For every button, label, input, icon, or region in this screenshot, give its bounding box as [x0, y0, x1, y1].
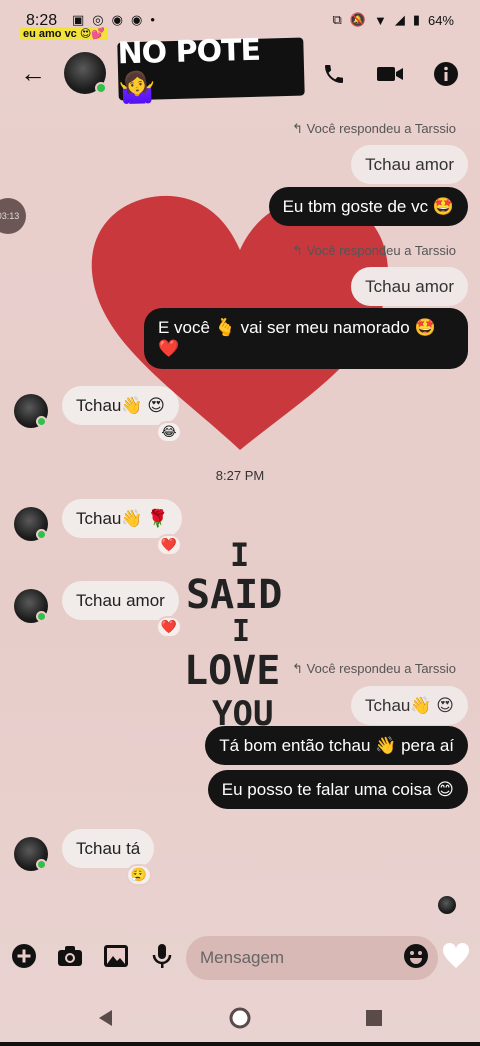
message-input[interactable]	[186, 936, 438, 980]
overlay-caption: eu amo vc 😍💕	[20, 27, 109, 40]
message-reaction[interactable]: 😂	[156, 421, 182, 443]
sent-message[interactable]: Eu tbm goste de vc 🤩	[268, 187, 468, 227]
received-message[interactable]: Tchau tá	[62, 829, 155, 869]
message-reaction[interactable]: 😮‍💨	[126, 864, 152, 886]
image-notification-icon: ▣	[72, 12, 85, 27]
received-message[interactable]: Tchau👋 🌹	[62, 499, 183, 539]
nav-recents-icon[interactable]	[362, 1006, 386, 1030]
message-reaction[interactable]: ❤️	[156, 534, 182, 556]
heart-like-icon[interactable]	[442, 942, 470, 970]
online-indicator	[36, 611, 47, 622]
reply-note: ↰ Você respondeu a Tarssio	[292, 121, 456, 136]
sent-message-heart: ❤️	[158, 339, 180, 359]
instagram-icon: ◎	[92, 12, 104, 27]
reply-note: ↰ Você respondeu a Tarssio	[292, 661, 456, 676]
video-call-icon[interactable]	[376, 60, 404, 88]
message-reaction[interactable]: ❤️	[156, 616, 182, 638]
chat-header: ← NO POTE 🤷‍♀️	[0, 33, 480, 106]
quoted-message: Tchau amor	[351, 145, 468, 185]
sent-message[interactable]: E você 🫰 vai ser meu namorado 🤩 ❤️	[144, 308, 468, 369]
reply-note: ↰ Você respondeu a Tarssio	[292, 243, 456, 258]
mute-icon: 🔕	[349, 12, 366, 27]
sent-message[interactable]: Tá bom então tchau 👋 pera aí	[205, 726, 468, 766]
chat-screen: 8:28 ▣ ◎ ◉ ◉ • ⧉ 🔕 ▼ ◢ ▮ 64% eu amo vc 😍…	[0, 0, 480, 1046]
status-notification-icons: ▣ ◎ ◉ ◉ •	[72, 12, 155, 28]
battery-level: 64%	[427, 12, 454, 28]
back-arrow-icon[interactable]: ←	[20, 58, 46, 89]
camera-icon[interactable]	[56, 942, 84, 970]
gallery-icon[interactable]	[102, 942, 130, 970]
phone-call-icon[interactable]	[320, 60, 348, 88]
nav-back-icon[interactable]	[94, 1006, 118, 1030]
status-system-icons: ⧉ 🔕 ▼ ◢ ▮ 64%	[332, 12, 454, 28]
messenger-icon-2: ◉	[130, 12, 143, 27]
battery-icon: ▮	[412, 12, 420, 27]
nav-home-icon[interactable]	[228, 1006, 252, 1030]
cast-icon: ⧉	[332, 12, 342, 27]
drawn-text-said: SAID	[186, 572, 283, 618]
sent-message[interactable]: Eu posso te falar uma coisa 😊	[207, 770, 468, 810]
received-message[interactable]: Tchau amor	[62, 581, 179, 621]
quoted-message: Tchau amor	[351, 267, 468, 307]
online-indicator	[36, 529, 47, 540]
emoji-icon[interactable]	[402, 942, 430, 970]
contact-name-sticker[interactable]: NO POTE 🤷‍♀️	[117, 33, 305, 106]
bottom-edge	[0, 1042, 480, 1046]
microphone-icon[interactable]	[148, 942, 176, 970]
plus-icon[interactable]	[10, 942, 38, 970]
quoted-message: Tchau👋 😍	[351, 686, 468, 726]
wifi-icon: ▼	[373, 12, 387, 28]
drawn-text-i: I	[230, 536, 250, 574]
signal-icon: ◢	[394, 12, 405, 27]
online-indicator	[36, 416, 47, 427]
info-icon[interactable]	[432, 60, 460, 88]
received-message[interactable]: Tchau👋 😍	[62, 386, 179, 426]
time-separator: 8:27 PM	[215, 468, 265, 483]
drawn-text-love: LOVE	[184, 648, 281, 694]
online-indicator	[95, 82, 107, 94]
message-composer	[0, 930, 480, 986]
messenger-icon: ◉	[111, 12, 123, 27]
drawn-text-i-2: I	[232, 614, 251, 649]
side-video-bubble[interactable]: 03:13	[0, 198, 26, 234]
sent-message-text: E você 🫰 vai ser meu namorado 🤩	[158, 318, 436, 337]
online-indicator	[36, 859, 47, 870]
seen-avatar	[438, 896, 456, 914]
dot-icon: •	[150, 12, 155, 27]
system-navigation-bar	[0, 990, 480, 1046]
